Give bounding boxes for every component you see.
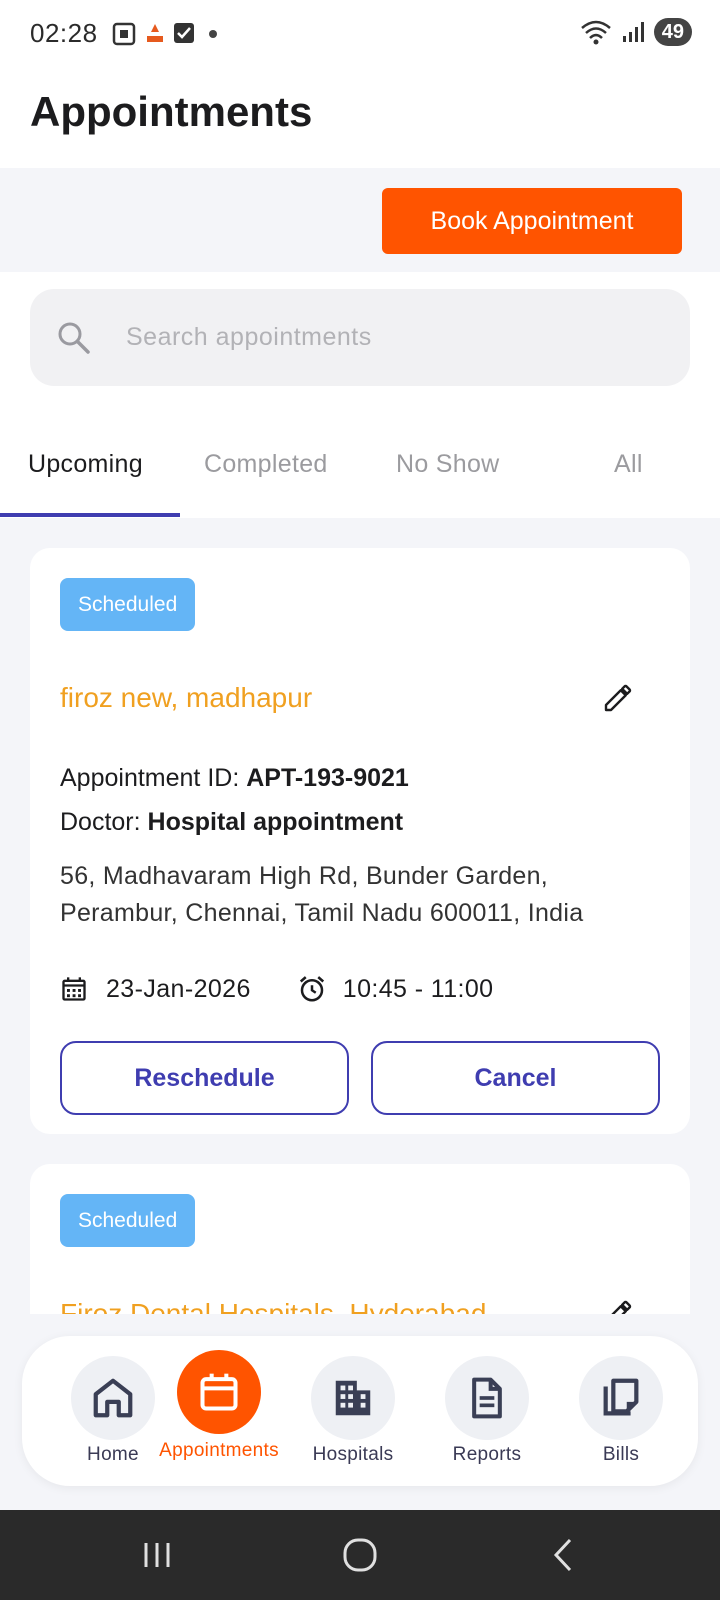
appointment-id: APT-193-9021 — [246, 764, 409, 792]
system-nav-bar — [0, 1510, 720, 1600]
tab-upcoming[interactable]: Upcoming — [28, 450, 143, 479]
doctor-label: Doctor: — [60, 808, 148, 836]
nav-hospitals-circle — [311, 1356, 395, 1440]
edit-icon[interactable] — [602, 1298, 634, 1314]
copy-icon — [603, 1378, 639, 1416]
appointment-id-row: Appointment ID: APT-193-9021 — [60, 764, 409, 793]
signal-icon — [622, 22, 644, 42]
nav-appointments-label: Appointments — [159, 1440, 279, 1461]
home-icon — [93, 1378, 133, 1418]
date-time-row: 23-Jan-2026 10:45 - 11:00 — [60, 974, 493, 1004]
tab-indicator — [0, 513, 180, 517]
search-input[interactable] — [126, 309, 666, 365]
nav-appointments[interactable]: Appointments — [154, 1336, 284, 1486]
checkbox-notification-icon — [174, 23, 194, 43]
reschedule-button[interactable]: Reschedule — [60, 1041, 349, 1115]
nav-reports[interactable]: Reports — [422, 1336, 552, 1486]
appointment-date: 23-Jan-2026 — [106, 974, 251, 1003]
status-time: 02:28 — [30, 18, 98, 48]
tab-completed[interactable]: Completed — [204, 450, 328, 479]
edit-icon[interactable] — [602, 682, 634, 714]
hospital-name: Firoz Dental Hospitals, Hyderabad — [60, 1298, 487, 1314]
status-badge: Scheduled — [60, 578, 196, 631]
nav-bills[interactable]: Bills — [556, 1336, 686, 1486]
doctor-name: Hospital appointment — [147, 808, 404, 836]
book-appointment-button[interactable]: Book Appointment — [382, 188, 682, 254]
address: 56, Madhavaram High Rd, Bunder Garden, P… — [60, 862, 584, 927]
calendar-icon — [62, 977, 86, 1001]
dot-icon — [209, 30, 217, 38]
search-bar[interactable] — [30, 289, 690, 386]
page-title: Appointments — [30, 88, 313, 135]
home-button-icon[interactable] — [340, 1535, 380, 1575]
status-bar: 02:28 49 — [0, 0, 720, 70]
tab-all[interactable]: All — [614, 450, 643, 479]
tab-no-show[interactable]: No Show — [396, 450, 500, 479]
wifi-icon — [580, 20, 611, 45]
appointment-card: Scheduled Firoz Dental Hospitals, Hydera… — [30, 1164, 690, 1314]
nav-reports-circle — [445, 1356, 529, 1440]
back-icon[interactable] — [548, 1535, 578, 1575]
appointment-card: Scheduled firoz new, madhapur Appointmen… — [30, 548, 690, 1134]
search-icon — [58, 322, 90, 354]
hospital-name: firoz new, madhapur — [60, 682, 313, 713]
app-notification-icon — [147, 24, 163, 42]
document-icon — [472, 1377, 502, 1419]
recent-apps-icon[interactable] — [142, 1535, 172, 1575]
tab-bar: Upcoming Completed No Show All — [0, 420, 720, 518]
battery-indicator: 49 — [653, 18, 692, 46]
appointment-list[interactable]: Scheduled firoz new, madhapur Appointmen… — [0, 518, 720, 1314]
cancel-button[interactable]: Cancel — [371, 1041, 660, 1115]
nav-reports-label: Reports — [452, 1444, 522, 1465]
screenshot-icon — [112, 22, 136, 46]
nav-hospitals[interactable]: Hospitals — [288, 1336, 418, 1486]
calendar-icon — [200, 1373, 238, 1411]
bottom-nav: Home Appointments Hospitals Reports Bill… — [22, 1336, 698, 1486]
appointment-id-label: Appointment ID: — [60, 764, 247, 792]
building-icon — [335, 1380, 371, 1416]
doctor-row: Doctor: Hospital appointment — [60, 808, 403, 837]
nav-appointments-circle — [177, 1350, 261, 1434]
alarm-clock-icon — [299, 976, 324, 1002]
appointment-time: 10:45 - 11:00 — [342, 974, 494, 1003]
nav-bills-label: Bills — [602, 1444, 640, 1465]
status-badge: Scheduled — [60, 1194, 196, 1247]
nav-home-circle — [71, 1356, 155, 1440]
nav-bills-circle — [579, 1356, 663, 1440]
nav-hospitals-label: Hospitals — [312, 1444, 394, 1465]
